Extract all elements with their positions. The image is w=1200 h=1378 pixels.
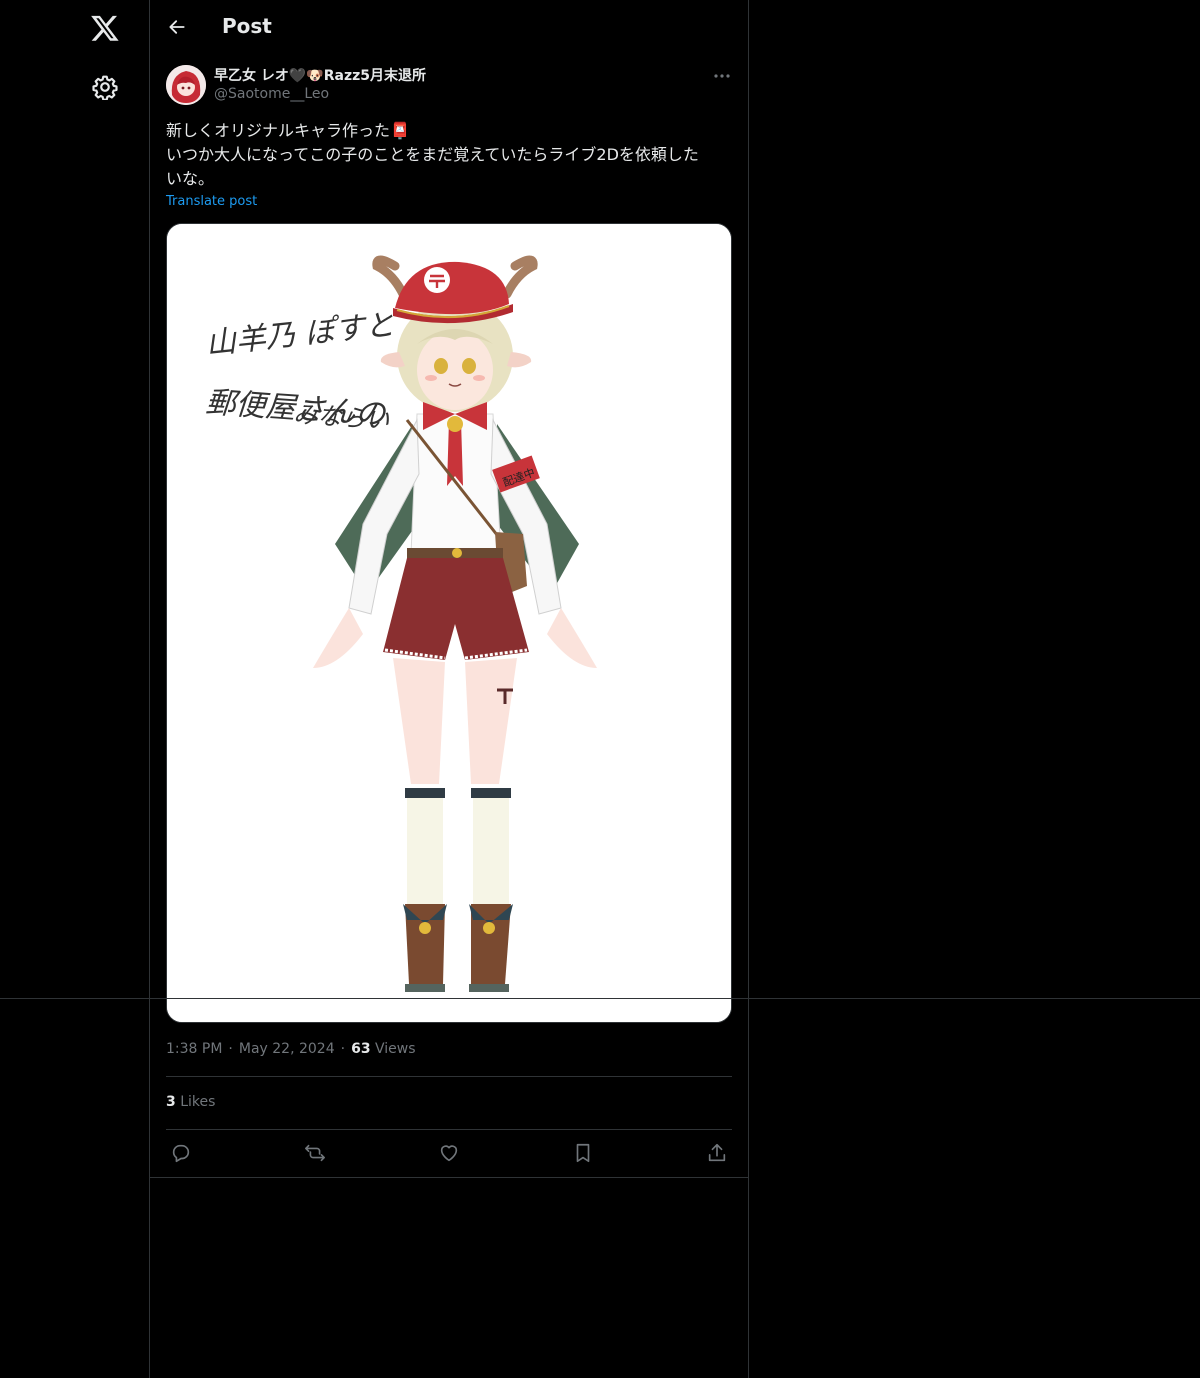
- avatar[interactable]: [166, 65, 206, 105]
- viewport-divider: [0, 998, 1200, 999]
- divider: [166, 1076, 732, 1077]
- page-title: Post: [222, 14, 272, 38]
- meta-separator: ·: [340, 1041, 346, 1057]
- character-illustration: 山羊乃 ぽすと 郵便屋さんの みならい 配達中: [167, 224, 731, 1022]
- user-handle[interactable]: @Saotome__Leo: [214, 86, 329, 102]
- likes-label: Likes: [180, 1094, 216, 1110]
- bookmark-icon[interactable]: [572, 1142, 594, 1164]
- post-text-line: 新しくオリジナルキャラ作った📮: [166, 121, 410, 140]
- post-text-line: いつか大人になってこの子のことをまだ覚えていたらライブ2Dを依頼した: [166, 145, 699, 164]
- left-nav: [0, 0, 150, 1378]
- more-options-icon[interactable]: [712, 66, 732, 86]
- like-heart-icon[interactable]: [438, 1142, 460, 1164]
- views-label: Views: [375, 1041, 416, 1057]
- post-text-line: いな。: [166, 169, 215, 188]
- post-date[interactable]: May 22, 2024: [239, 1041, 335, 1057]
- post-actions: [166, 1130, 732, 1176]
- post-image[interactable]: 山羊乃 ぽすと 郵便屋さんの みならい 配達中: [166, 223, 732, 1023]
- post-header: Post: [150, 0, 748, 54]
- author-name-row[interactable]: 早乙女 レオ🖤🐶Razz5月末退所: [214, 65, 426, 85]
- arrow-left-icon[interactable]: [167, 17, 187, 37]
- post-column: Post 早乙女 レオ🖤🐶Razz5月末退所 @Saotome__Leo 新しく…: [150, 0, 749, 1378]
- divider: [150, 1177, 748, 1178]
- meta-separator: ·: [228, 1041, 233, 1057]
- views-count: 63: [351, 1041, 371, 1057]
- share-icon[interactable]: [706, 1142, 728, 1164]
- reply-icon[interactable]: [170, 1142, 192, 1164]
- likes-count: 3: [166, 1094, 176, 1110]
- post-meta: 1:38 PM · May 22, 2024 · 63 Views: [166, 1041, 416, 1057]
- translate-post-link[interactable]: Translate post: [166, 194, 257, 209]
- display-name[interactable]: 早乙女 レオ🖤🐶Razz5月末退所: [214, 65, 426, 85]
- post-time[interactable]: 1:38 PM: [166, 1041, 222, 1057]
- repost-icon[interactable]: [304, 1142, 326, 1164]
- gear-icon[interactable]: [92, 74, 118, 100]
- post-text: 新しくオリジナルキャラ作った📮 いつか大人になってこの子のことをまだ覚えていたら…: [166, 119, 736, 191]
- x-logo-icon[interactable]: [90, 13, 120, 43]
- likes-summary[interactable]: 3 Likes: [166, 1094, 215, 1110]
